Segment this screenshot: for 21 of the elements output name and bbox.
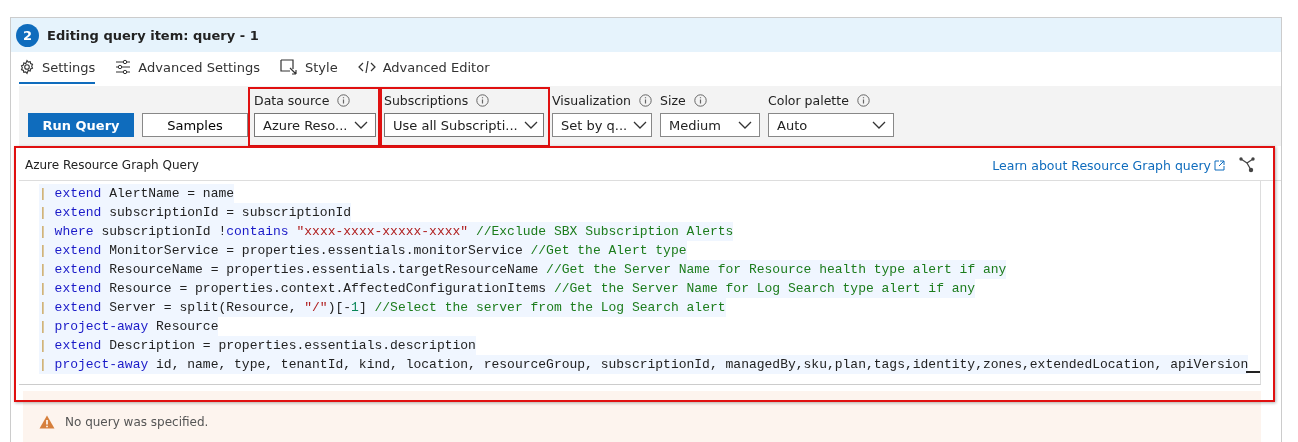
run-query-button[interactable]: Run Query (28, 113, 134, 137)
tab[interactable]: Settings (19, 58, 96, 84)
field-label: Subscriptions (384, 93, 469, 108)
step-badge: 2 (16, 23, 39, 47)
field-label: Size (660, 93, 686, 108)
field-label: Visualization (552, 93, 631, 108)
tab[interactable]: Advanced Settings (115, 58, 260, 84)
panel-title: Editing query item: query - 1 (47, 27, 259, 43)
editor-title: Azure Resource Graph Query (25, 158, 200, 172)
samples-button[interactable]: Samples (142, 113, 248, 137)
tab[interactable]: Advanced Editor (357, 58, 490, 84)
tab[interactable]: Style (280, 58, 338, 84)
field-label: Data source (254, 93, 330, 108)
dropdown[interactable]: Auto (768, 113, 894, 137)
dropdown[interactable]: Use all Subscripti... (384, 113, 544, 137)
dropdown[interactable]: Set by q... (552, 113, 652, 137)
dropdown[interactable]: Medium (660, 113, 760, 137)
field-label: Color palette (768, 93, 849, 108)
dropdown[interactable]: Azure Reso... (254, 113, 376, 137)
warning-message: No query was specified. (65, 415, 209, 429)
learn-link[interactable]: Learn about Resource Graph query (992, 157, 1225, 173)
